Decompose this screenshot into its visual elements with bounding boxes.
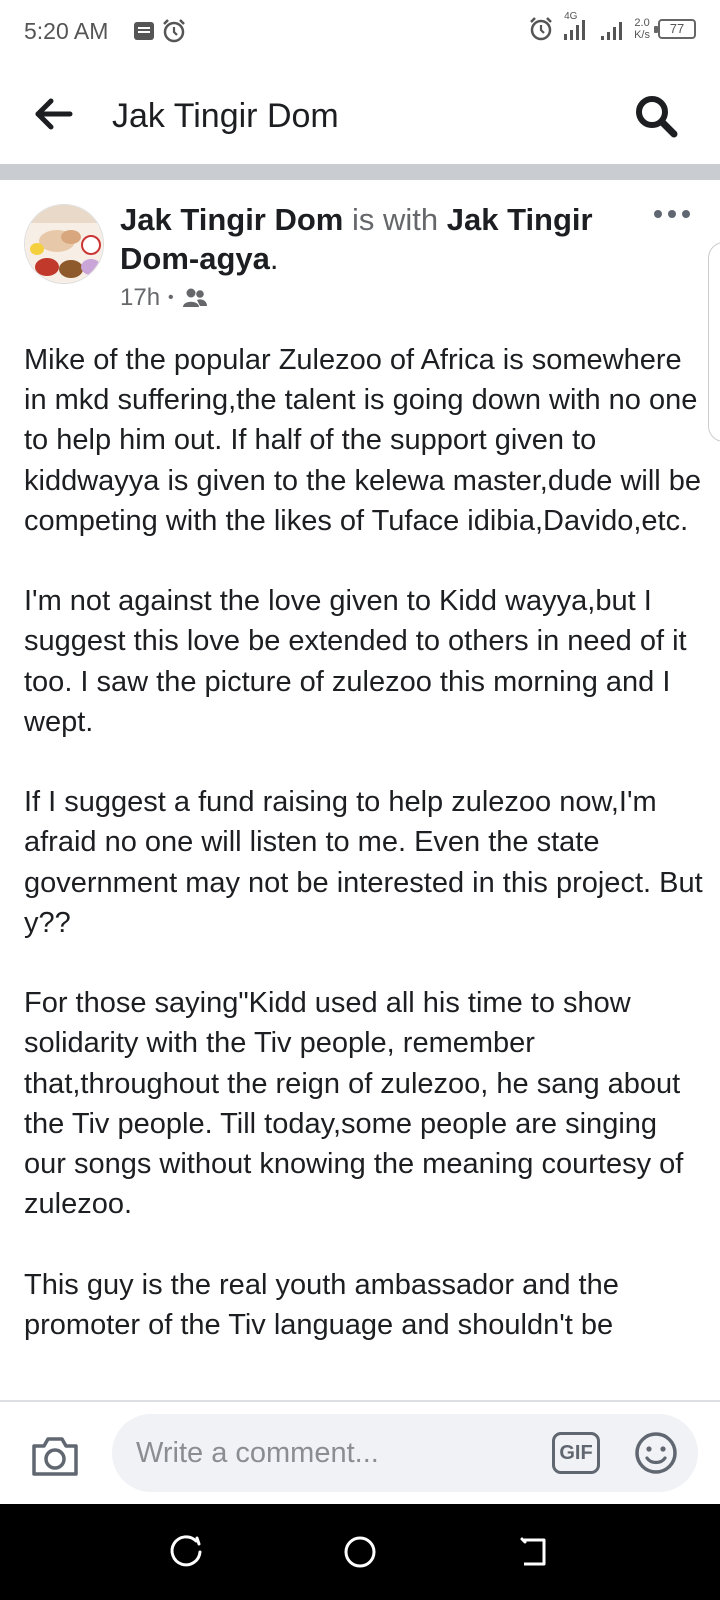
back-arrow-icon [35, 98, 73, 130]
back-icon [520, 1537, 546, 1566]
network-speed: 2.0 [634, 17, 650, 29]
home-icon [344, 1536, 376, 1568]
friends-icon [182, 288, 207, 307]
meta-separator: • [168, 289, 174, 306]
more-options-icon[interactable] [654, 210, 690, 224]
app-header: Jak Tingir Dom [0, 64, 720, 164]
signal-icon [564, 20, 586, 40]
notification-icon [134, 22, 154, 40]
page-title: Jak Tingir Dom [112, 97, 339, 135]
signal-icon [601, 22, 623, 40]
emoji-button[interactable] [632, 1429, 680, 1477]
system-back-button[interactable] [514, 1532, 554, 1572]
emoji-icon [635, 1432, 677, 1474]
post-time[interactable]: 17h [120, 284, 160, 312]
avatar-image [25, 205, 103, 283]
alarm-icon [530, 17, 552, 41]
post-body: Mike of the popular Zulezoo of Africa is… [24, 340, 704, 1385]
search-icon [636, 96, 678, 138]
post-paragraph: I'm not against the love given to Kidd w… [24, 585, 687, 738]
header-divider [0, 164, 720, 180]
period: . [269, 241, 279, 276]
battery-level: 77 [669, 21, 685, 36]
post-paragraph: For those saying"Kidd used all his time … [24, 987, 684, 1221]
gif-button[interactable]: GIF [552, 1432, 600, 1474]
search-button[interactable] [632, 92, 680, 140]
status-bar: 5:20 AM 4G 2.0 K/s 77 [0, 0, 720, 64]
avatar[interactable] [24, 204, 104, 284]
back-button[interactable] [32, 94, 76, 134]
post-header-text: Jak Tingir Dom is with Jak Tingir Dom-ag… [120, 200, 620, 278]
post-paragraph: Mike of the popular Zulezoo of Africa is… [24, 344, 702, 537]
recents-icon [170, 1535, 202, 1567]
author-name[interactable]: Jak Tingir Dom [120, 202, 343, 237]
network-speed-unit: K/s [634, 29, 650, 41]
comment-bar: GIF [0, 1400, 720, 1504]
post-paragraph: If I suggest a fund raising to help zule… [24, 786, 703, 939]
post-meta: 17h • [120, 284, 208, 312]
recents-button[interactable] [166, 1532, 206, 1572]
status-time: 5:20 AM [24, 18, 109, 44]
battery-icon: 77 [654, 19, 696, 39]
post-paragraph: This guy is the real youth ambassador an… [24, 1268, 619, 1341]
camera-icon [32, 1437, 78, 1476]
camera-button[interactable] [30, 1434, 80, 1478]
with-text: is with [343, 202, 447, 237]
post: Jak Tingir Dom is with Jak Tingir Dom-ag… [0, 180, 720, 1400]
system-nav-bar [0, 1504, 720, 1600]
alarm-icon [163, 19, 185, 43]
side-panel-edge [708, 242, 720, 442]
comment-input[interactable] [112, 1414, 698, 1492]
home-button[interactable] [340, 1532, 380, 1572]
